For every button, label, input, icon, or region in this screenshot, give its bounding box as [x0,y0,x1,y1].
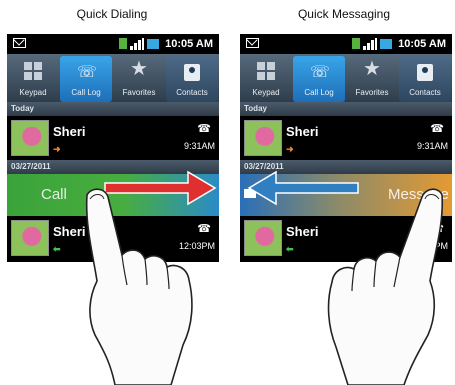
tab-contacts[interactable]: Contacts [166,56,218,102]
tab-keypad[interactable]: Keypad [240,54,292,102]
keypad-icon [257,62,275,80]
outgoing-call-icon: ➜ [286,144,294,154]
message-notification-icon [13,38,26,48]
battery-icon [147,39,159,49]
signal-icon [130,38,144,50]
status-icons [352,38,392,50]
sim-icon [119,38,127,49]
tab-keypad[interactable]: Keypad [7,54,59,102]
tab-favorites[interactable]: ★ Favorites [113,54,165,102]
phone-icon: ☎ [430,123,444,135]
tab-call-log[interactable]: ☏ Call Log [60,56,112,102]
incoming-call-icon: ⬅ [286,244,294,254]
incoming-call-icon: ⬅ [53,244,61,254]
contact-photo [11,120,49,156]
call-log-entry[interactable]: Sheri ➜ ☎ 9:31AM [240,116,452,160]
status-bar: 10:05 AM [240,34,452,54]
tab-label: Favorites [355,88,389,97]
tab-label: Contacts [409,88,441,97]
tab-contacts[interactable]: Contacts [399,56,451,102]
call-log-icon: ☏ [310,64,331,81]
tab-bar: Keypad ☏ Call Log ★ Favorites Contacts [240,54,452,102]
signal-icon [363,38,377,50]
tab-call-log[interactable]: ☏ Call Log [293,56,345,102]
status-time: 10:05 AM [165,38,213,50]
right-hand-illustration [327,188,444,385]
phone-icon: ☎ [197,123,211,135]
tab-label: Call Log [304,88,334,97]
status-icons [119,38,159,50]
tab-label: Keypad [252,88,280,97]
outgoing-call-icon: ➜ [53,144,61,154]
status-bar: 10:05 AM [7,34,219,54]
contacts-icon [184,64,200,81]
section-header-today: Today [7,102,219,116]
tab-label: Favorites [122,88,156,97]
call-label: Call [41,186,67,203]
status-time: 10:05 AM [398,38,446,50]
tab-favorites[interactable]: ★ Favorites [346,54,398,102]
tab-label: Contacts [176,88,208,97]
section-header-today: Today [240,102,452,116]
left-hand-illustration [85,188,193,385]
star-icon: ★ [130,58,148,80]
tab-label: Keypad [19,88,47,97]
contact-name: Sheri [286,124,319,139]
tab-bar: Keypad ☏ Call Log ★ Favorites Contacts [7,54,219,102]
contact-photo [244,220,282,256]
contact-photo [244,120,282,156]
sim-icon [352,38,360,49]
battery-icon [380,39,392,49]
keypad-icon [24,62,42,80]
star-icon: ★ [363,58,381,80]
contact-photo [11,220,49,256]
tab-label: Call Log [71,88,101,97]
call-log-icon: ☏ [77,64,98,81]
contact-name: Sheri [53,124,86,139]
message-notification-icon [246,38,259,48]
call-time: 9:31AM [183,141,215,151]
caption-quick-messaging: Quick Messaging [297,7,391,21]
contacts-icon [417,64,433,81]
caption-quick-dialing: Quick Dialing [76,7,148,21]
call-time: 9:31AM [416,141,448,151]
call-log-entry[interactable]: Sheri ➜ ☎ 9:31AM [7,116,219,160]
